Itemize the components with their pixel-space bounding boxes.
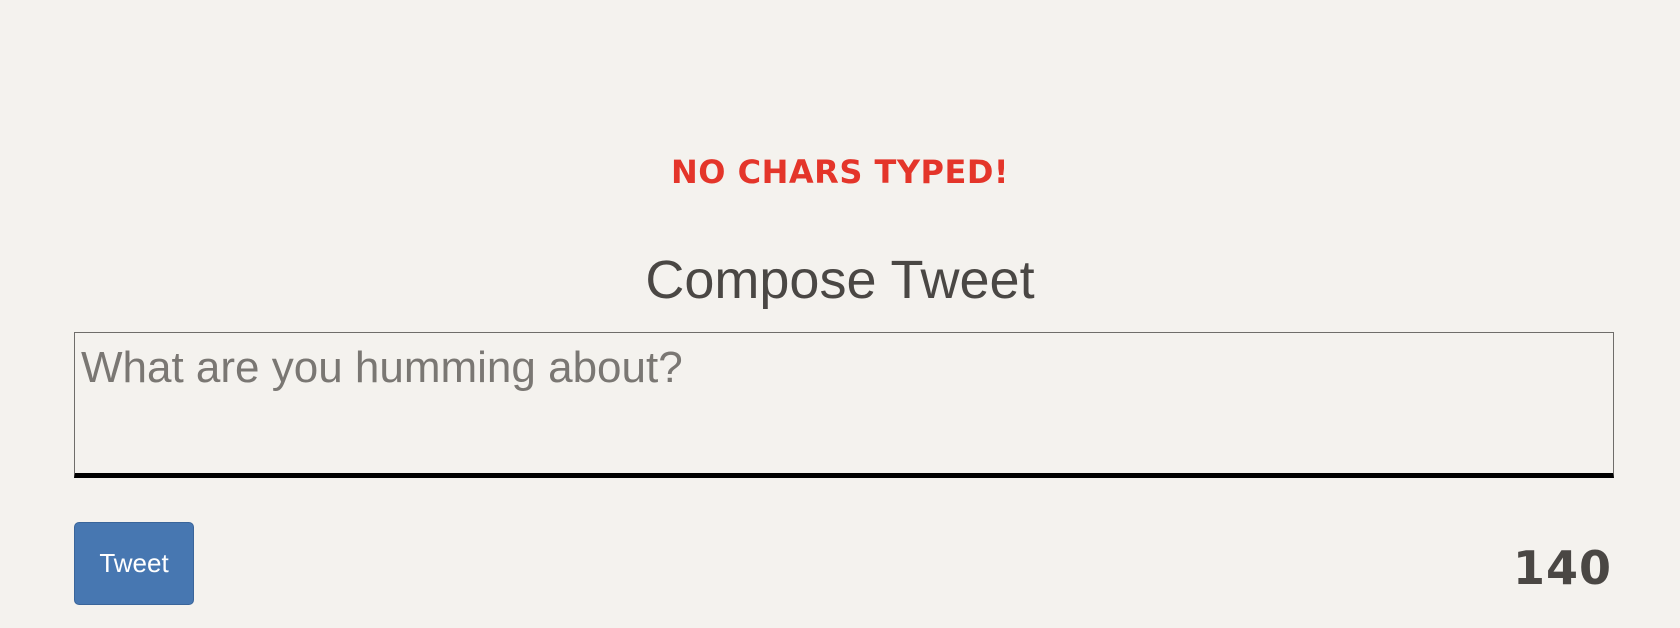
error-message: NO CHARS TYPED! xyxy=(671,153,1009,191)
char-counter: 140 xyxy=(1512,541,1612,595)
tweet-textarea[interactable] xyxy=(74,332,1614,478)
tweet-button[interactable]: Tweet xyxy=(74,522,194,605)
compose-title: Compose Tweet xyxy=(645,250,1035,310)
